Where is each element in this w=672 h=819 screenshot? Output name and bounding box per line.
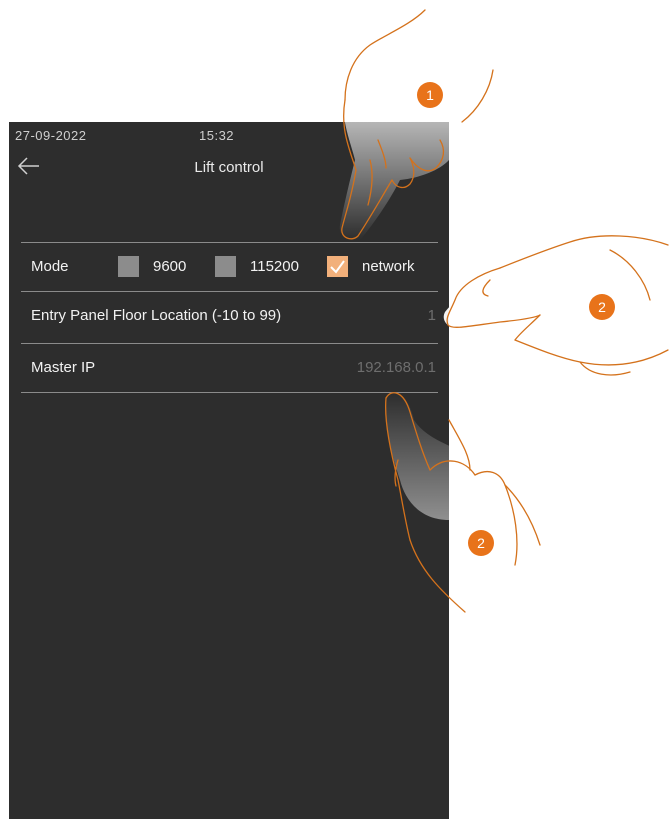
- mode-option-network[interactable]: network: [327, 256, 415, 277]
- checkmark-icon: [330, 260, 345, 274]
- callout-badge-2-top: 2: [589, 294, 615, 320]
- mode-option-115200[interactable]: 115200: [215, 256, 299, 277]
- hand-2a-fill: [443, 240, 668, 364]
- option-label-115200: 115200: [250, 258, 299, 275]
- floor-location-value[interactable]: 1: [428, 307, 436, 324]
- hand-2a-pointing-left: [446, 235, 669, 376]
- status-date: 27-09-2022: [15, 128, 87, 143]
- callout-badge-2-bottom: 2: [468, 530, 494, 556]
- checkbox-9600[interactable]: [118, 256, 139, 277]
- mode-row: Mode 9600 115200 network: [21, 242, 438, 291]
- floor-location-label: Entry Panel Floor Location (-10 to 99): [31, 307, 282, 324]
- callout-badge-1: 1: [417, 82, 443, 108]
- checkbox-115200[interactable]: [215, 256, 236, 277]
- master-ip-value[interactable]: 192.168.0.1: [357, 359, 436, 376]
- master-ip-label: Master IP: [31, 359, 96, 376]
- option-label-network: network: [362, 258, 415, 275]
- master-ip-row[interactable]: Master IP 192.168.0.1: [21, 343, 438, 393]
- page-title: Lift control: [194, 159, 264, 176]
- mode-option-9600[interactable]: 9600: [118, 256, 186, 277]
- app-screen: 27-09-2022 15:32 Lift control Mode 9600 …: [9, 122, 449, 819]
- option-label-9600: 9600: [153, 258, 187, 275]
- mode-label: Mode: [31, 258, 69, 275]
- floor-location-row[interactable]: Entry Panel Floor Location (-10 to 99) 1: [21, 291, 438, 340]
- status-time: 15:32: [199, 128, 235, 143]
- checkbox-network[interactable]: [327, 256, 348, 277]
